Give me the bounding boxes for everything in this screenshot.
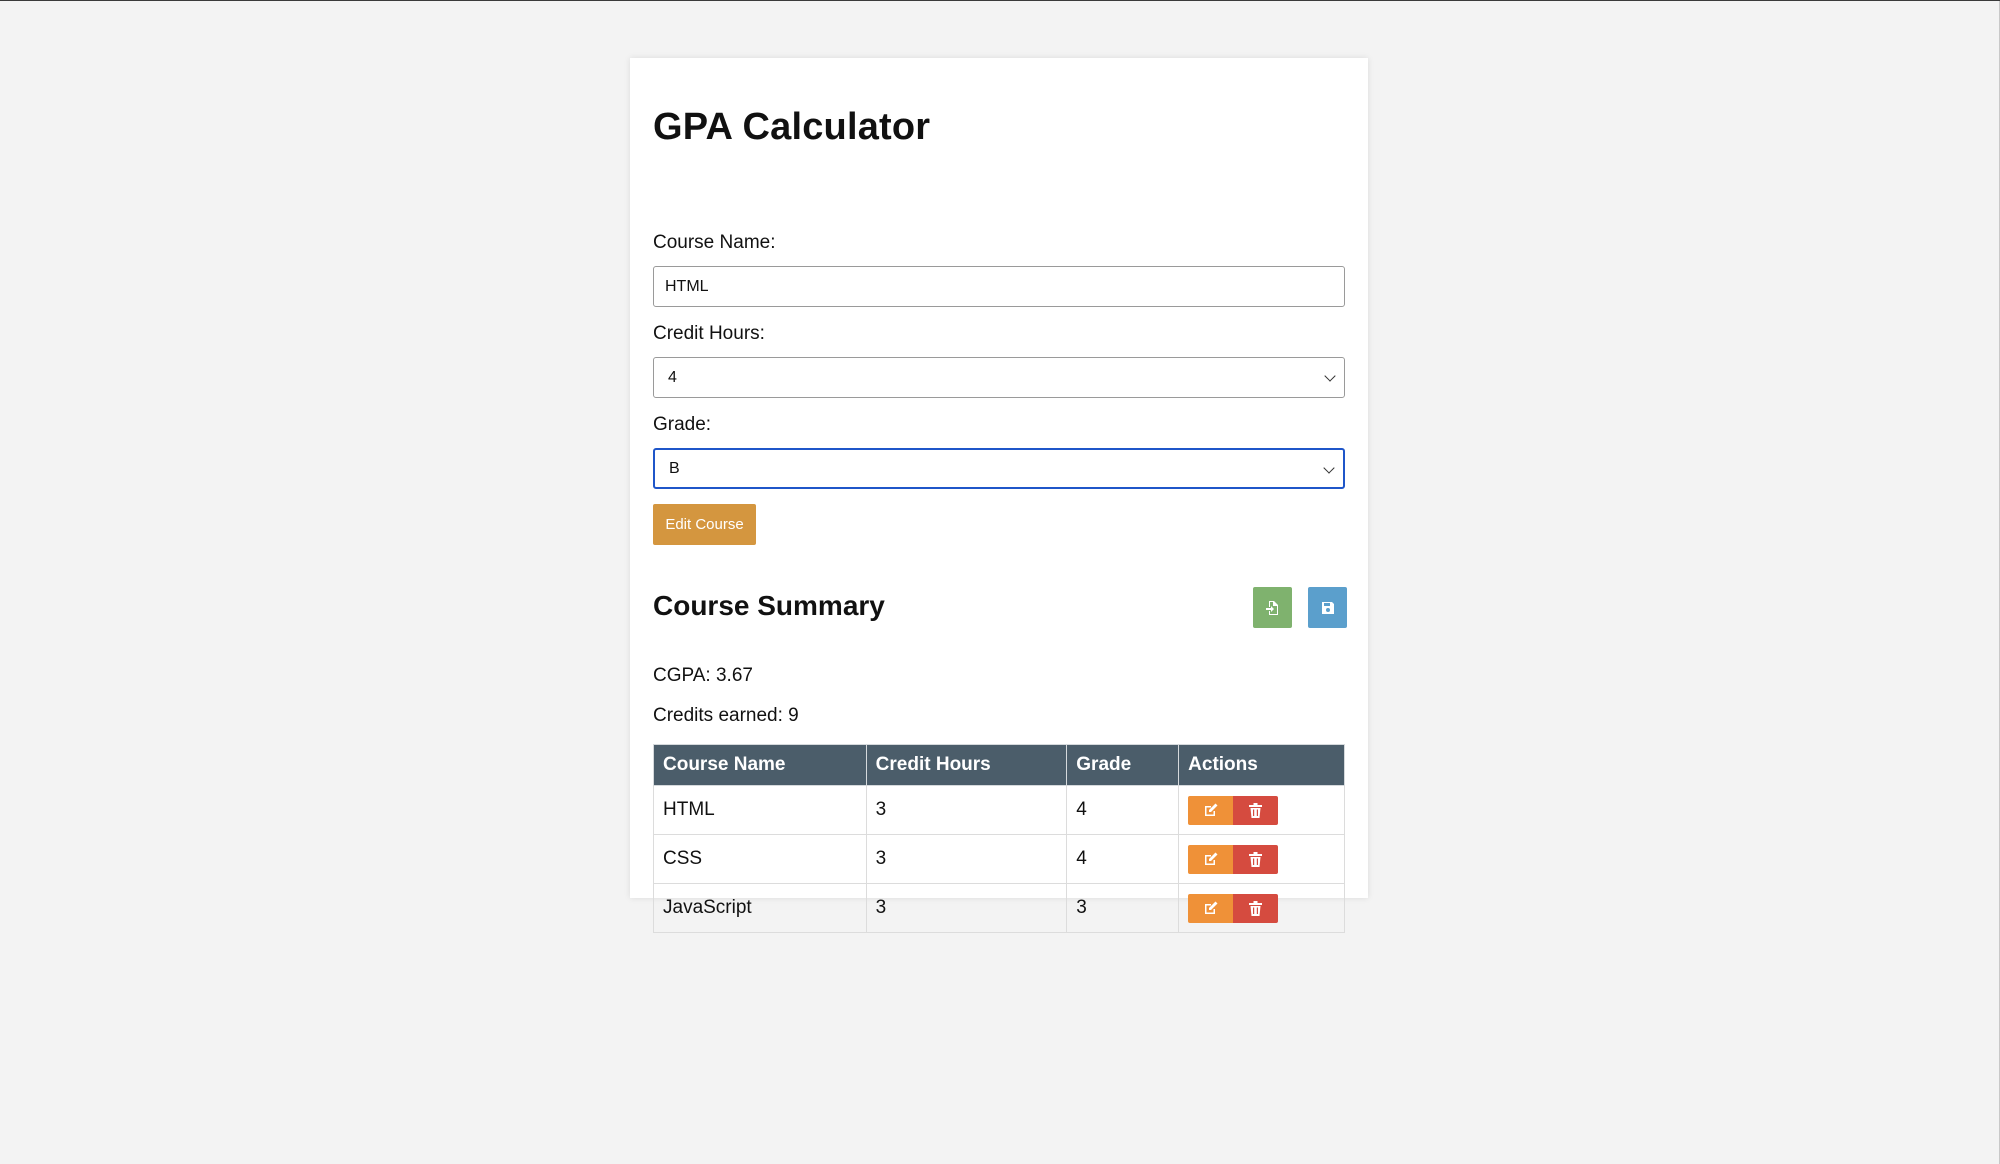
grade-cell: 4 xyxy=(1066,785,1180,835)
course-name-label: Course Name: xyxy=(653,232,776,253)
grade-select[interactable]: B xyxy=(653,448,1345,489)
credit-hours-cell: 3 xyxy=(865,883,1068,933)
pencil-square-icon xyxy=(1204,803,1218,816)
app-window: GPA Calculator Course Name: HTML Credit … xyxy=(0,0,2000,1164)
column-header-grade: Grade xyxy=(1066,744,1180,786)
actions-cell xyxy=(1178,883,1345,933)
row-edit-button[interactable] xyxy=(1188,795,1234,825)
course-name-cell: JavaScript xyxy=(653,883,867,933)
table-row: CSS 3 4 xyxy=(653,834,1345,884)
row-edit-button[interactable] xyxy=(1188,893,1234,923)
actions-cell xyxy=(1178,834,1345,884)
pencil-square-icon xyxy=(1204,852,1218,865)
actions-cell xyxy=(1178,785,1345,835)
trash-icon xyxy=(1249,802,1263,818)
row-delete-button[interactable] xyxy=(1233,795,1279,825)
course-summary-title: Course Summary xyxy=(653,590,885,621)
table-header-row: Course Name Credit Hours Grade Actions xyxy=(653,744,1345,786)
course-name-cell: CSS xyxy=(653,834,867,884)
course-table: Course Name Credit Hours Grade Actions H… xyxy=(653,744,1345,933)
pencil-square-icon xyxy=(1204,901,1218,914)
chevron-down-icon xyxy=(1323,462,1335,474)
credits-earned-text: Credits earned: 9 xyxy=(653,705,799,726)
column-header-course-name: Course Name xyxy=(653,744,867,786)
file-import-icon xyxy=(1265,600,1278,615)
course-name-input[interactable]: HTML xyxy=(653,266,1345,307)
table-row: JavaScript 3 3 xyxy=(653,883,1345,933)
column-header-credit-hours: Credit Hours xyxy=(865,744,1068,786)
course-name-cell: HTML xyxy=(653,785,867,835)
save-button[interactable] xyxy=(1308,587,1347,628)
table-row: HTML 3 4 xyxy=(653,785,1345,835)
edit-course-button[interactable]: Edit Course xyxy=(653,504,756,545)
page-title: GPA Calculator xyxy=(653,106,931,148)
trash-icon xyxy=(1249,900,1263,916)
grade-cell: 3 xyxy=(1066,883,1180,933)
calculator-card: GPA Calculator Course Name: HTML Credit … xyxy=(630,58,1368,933)
grade-label: Grade: xyxy=(653,414,712,435)
chevron-down-icon xyxy=(1324,370,1336,382)
row-delete-button[interactable] xyxy=(1233,893,1279,923)
credit-hours-select[interactable]: 4 xyxy=(653,357,1345,398)
credit-hours-cell: 3 xyxy=(865,785,1068,835)
credit-hours-label: Credit Hours: xyxy=(653,323,765,344)
row-delete-button[interactable] xyxy=(1233,844,1279,874)
grade-cell: 4 xyxy=(1066,834,1180,884)
grade-value: B xyxy=(669,459,680,477)
column-header-actions: Actions xyxy=(1178,744,1345,786)
floppy-disk-icon xyxy=(1321,601,1334,614)
trash-icon xyxy=(1249,851,1263,867)
credit-hours-cell: 3 xyxy=(865,834,1068,884)
cgpa-text: CGPA: 3.67 xyxy=(653,665,753,686)
credit-hours-value: 4 xyxy=(668,368,677,386)
import-button[interactable] xyxy=(1253,587,1292,628)
course-name-value: HTML xyxy=(665,277,709,295)
row-edit-button[interactable] xyxy=(1188,844,1234,874)
